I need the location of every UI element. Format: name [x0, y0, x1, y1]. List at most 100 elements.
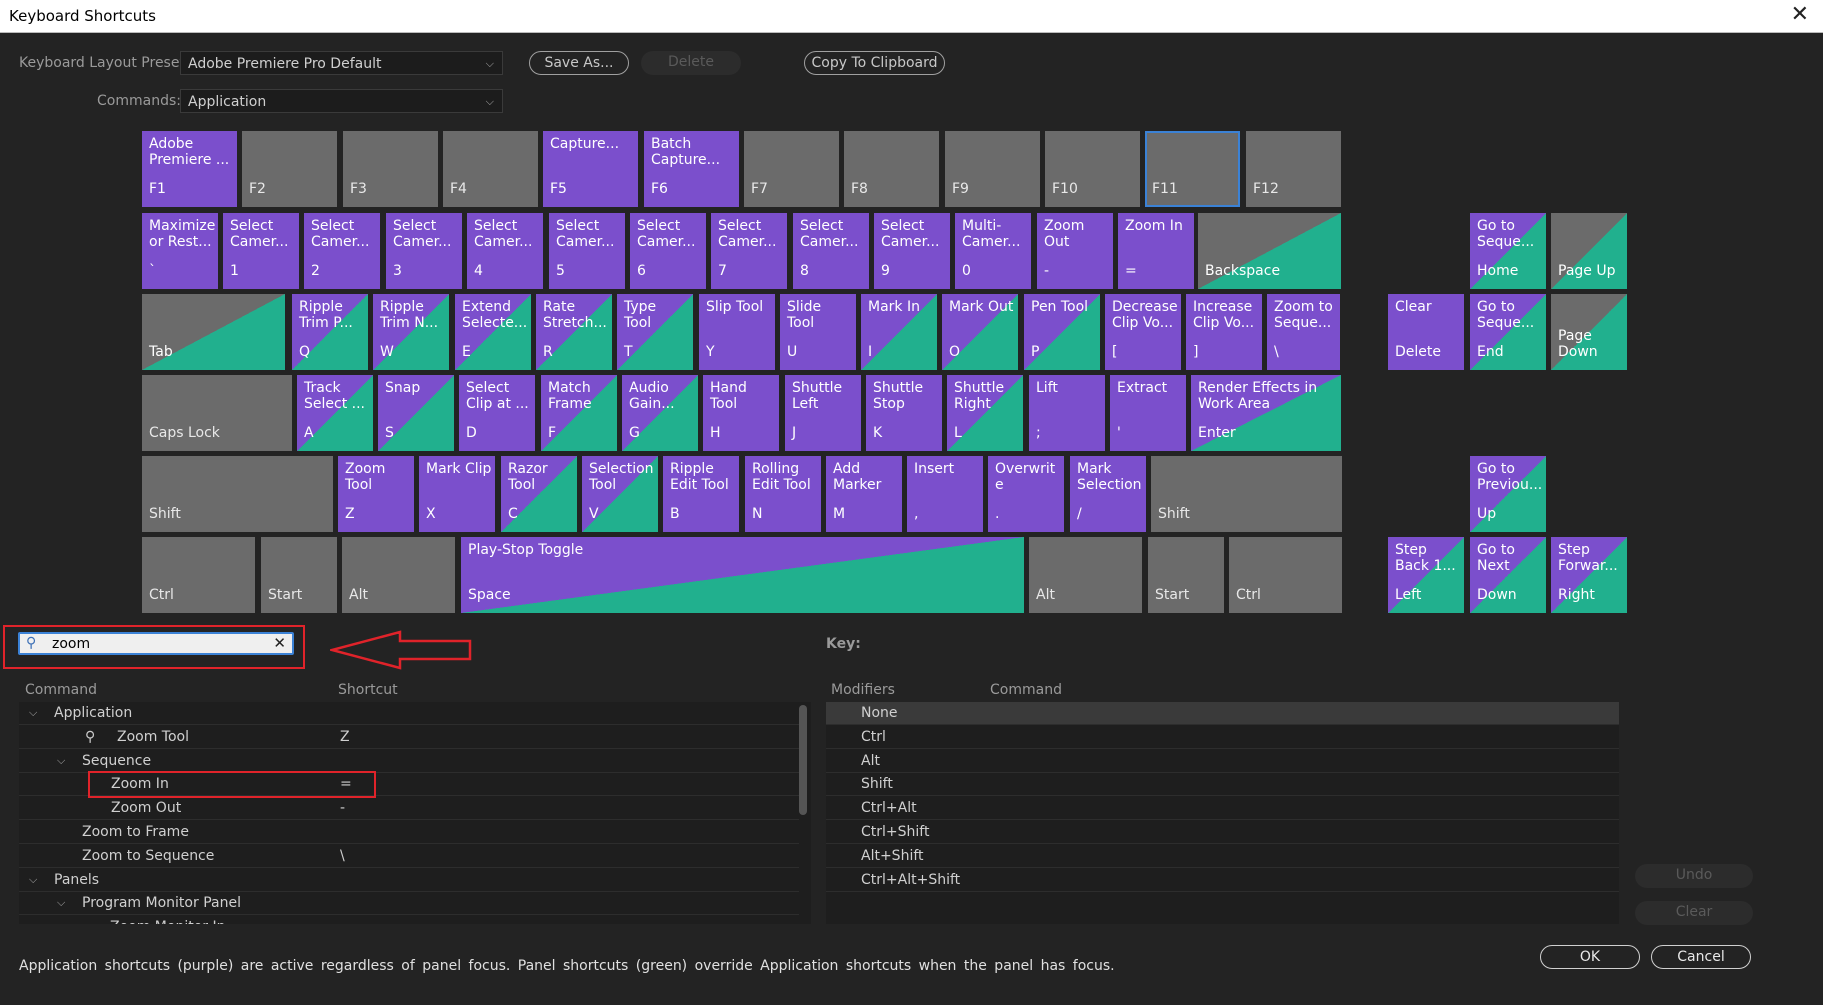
key-5[interactable]: Select Camer... 5: [549, 213, 625, 289]
cancel-button[interactable]: Cancel: [1651, 945, 1751, 969]
key-t[interactable]: Type Tool T: [617, 294, 693, 370]
key-caps-lock[interactable]: Caps Lock: [142, 375, 292, 451]
key-z[interactable]: Zoom Tool Z: [338, 456, 414, 532]
undo-button[interactable]: Undo: [1635, 864, 1753, 888]
key-start[interactable]: Start: [261, 537, 337, 613]
tree-row[interactable]: ⌵ Sequence: [19, 750, 799, 773]
key-left[interactable]: Step Back 1... Left: [1388, 537, 1464, 613]
key-9[interactable]: Select Camer... 9: [874, 213, 950, 289]
tree-row[interactable]: Zoom Out -: [19, 797, 799, 821]
key-i[interactable]: Mark In I: [861, 294, 937, 370]
key-=[interactable]: Zoom In =: [1118, 213, 1194, 289]
chevron-down-icon[interactable]: ⌵: [29, 869, 37, 891]
key-space[interactable]: Play-Stop Toggle Space: [461, 537, 1024, 613]
key-x[interactable]: Mark Clip X: [419, 456, 495, 532]
key-1[interactable]: Select Camer... 1: [223, 213, 299, 289]
modifier-row[interactable]: Shift: [826, 773, 1619, 797]
key-f7[interactable]: F7: [744, 131, 839, 207]
tree-row[interactable]: Zoom Monitor In: [19, 916, 799, 924]
key-backspace[interactable]: Backspace: [1198, 213, 1341, 289]
key-j[interactable]: Shuttle Left J: [785, 375, 861, 451]
key-shift[interactable]: Shift: [142, 456, 333, 532]
key-up[interactable]: Go to Previou... Up: [1470, 456, 1546, 532]
chevron-down-icon[interactable]: ⌵: [57, 892, 65, 914]
key-alt[interactable]: Alt: [1029, 537, 1142, 613]
key--[interactable]: Zoom Out -: [1037, 213, 1113, 289]
save-as-button[interactable]: Save As...: [529, 51, 629, 75]
key-f[interactable]: Match Frame F: [541, 375, 617, 451]
key-o[interactable]: Mark Out O: [942, 294, 1018, 370]
key-e[interactable]: Extend Selecte... E: [455, 294, 531, 370]
clear-search-icon[interactable]: ✕: [273, 634, 286, 652]
key-'[interactable]: Extract ': [1110, 375, 1186, 451]
key-r[interactable]: Rate Stretch... R: [536, 294, 612, 370]
key-w[interactable]: Ripple Trim N... W: [373, 294, 449, 370]
key-f12[interactable]: F12: [1246, 131, 1341, 207]
clear-button[interactable]: Clear: [1635, 901, 1753, 925]
key-][interactable]: Increase Clip Vo...]: [1186, 294, 1262, 370]
tree-row[interactable]: ⌵ Panels: [19, 869, 799, 892]
chevron-down-icon[interactable]: ⌵: [29, 702, 37, 724]
chevron-down-icon[interactable]: ⌵: [57, 750, 65, 772]
search-input[interactable]: [52, 635, 252, 652]
key-ctrl[interactable]: Ctrl: [1229, 537, 1342, 613]
key-`[interactable]: Maximize or Rest... `: [142, 213, 218, 289]
modifier-row[interactable]: None: [826, 702, 1619, 725]
search-field[interactable]: ⚲ ✕: [18, 632, 294, 655]
key-q[interactable]: Ripple Trim P... Q: [292, 294, 368, 370]
tree-row[interactable]: Zoom to Frame: [19, 821, 799, 844]
close-icon[interactable]: ✕: [1791, 2, 1809, 27]
key-n[interactable]: Rolling Edit Tool N: [745, 456, 821, 532]
copy-to-clipboard-button[interactable]: Copy To Clipboard: [804, 51, 945, 75]
modifier-row[interactable]: Ctrl: [826, 726, 1619, 749]
key-g[interactable]: Audio Gain... G: [622, 375, 698, 451]
key-f5[interactable]: Capture... F5: [543, 131, 638, 207]
key-8[interactable]: Select Camer... 8: [793, 213, 869, 289]
key-f1[interactable]: Adobe Premiere ... F1: [142, 131, 237, 207]
key-y[interactable]: Slip Tool Y: [699, 294, 775, 370]
ok-button[interactable]: OK: [1540, 945, 1640, 969]
key-right[interactable]: Step Forwar... Right: [1551, 537, 1627, 613]
key-f6[interactable]: Batch Capture... F6: [644, 131, 739, 207]
key-down[interactable]: Go to Next Down: [1470, 537, 1546, 613]
key-enter[interactable]: Render Effects in Work Area Enter: [1191, 375, 1341, 451]
modifier-row[interactable]: Alt: [826, 750, 1619, 773]
key-a[interactable]: Track Select ... A: [297, 375, 373, 451]
modifier-row[interactable]: Ctrl+Alt+Shift: [826, 869, 1619, 892]
key-f4[interactable]: F4: [443, 131, 538, 207]
modifier-row[interactable]: Alt+Shift: [826, 845, 1619, 868]
key-u[interactable]: Slide Tool U: [780, 294, 856, 370]
key-f8[interactable]: F8: [844, 131, 939, 207]
key-end[interactable]: Go to Seque... End: [1470, 294, 1546, 370]
delete-button[interactable]: Delete: [641, 51, 741, 75]
key-h[interactable]: Hand Tool H: [703, 375, 779, 451]
key-7[interactable]: Select Camer... 7: [711, 213, 787, 289]
key-page-up[interactable]: Page Up: [1551, 213, 1627, 289]
key-4[interactable]: Select Camer... 4: [467, 213, 543, 289]
key-3[interactable]: Select Camer... 3: [386, 213, 462, 289]
key-/[interactable]: Mark Selection /: [1070, 456, 1146, 532]
key-l[interactable]: Shuttle Right L: [947, 375, 1023, 451]
modifier-row[interactable]: Ctrl+Shift: [826, 821, 1619, 844]
tree-row[interactable]: ⌵ Application: [19, 702, 799, 725]
key-6[interactable]: Select Camer... 6: [630, 213, 706, 289]
tree-scrollbar[interactable]: [799, 705, 807, 815]
key-f10[interactable]: F10: [1045, 131, 1140, 207]
key-d[interactable]: Select Clip at ... D: [459, 375, 535, 451]
tree-row[interactable]: Zoom to Sequence \: [19, 845, 799, 868]
key-tab[interactable]: Tab: [142, 294, 285, 370]
key-delete[interactable]: Clear Delete: [1388, 294, 1464, 370]
tree-row[interactable]: ⚲ Zoom Tool Z: [19, 726, 799, 749]
preset-dropdown[interactable]: Adobe Premiere Pro Default ⌵: [180, 51, 503, 75]
key-;[interactable]: Lift;: [1029, 375, 1105, 451]
key-b[interactable]: Ripple Edit Tool B: [663, 456, 739, 532]
key-start[interactable]: Start: [1148, 537, 1224, 613]
key-0[interactable]: Multi- Camer... 0: [955, 213, 1031, 289]
key-ctrl[interactable]: Ctrl: [142, 537, 255, 613]
tree-row[interactable]: ⌵ Program Monitor Panel: [19, 892, 799, 916]
key-\[interactable]: Zoom to Seque... \: [1267, 294, 1340, 370]
key-alt[interactable]: Alt: [342, 537, 455, 613]
key-[[interactable]: Decrease Clip Vo... [: [1105, 294, 1181, 370]
key-2[interactable]: Select Camer... 2: [304, 213, 380, 289]
key-c[interactable]: Razor Tool C: [501, 456, 577, 532]
